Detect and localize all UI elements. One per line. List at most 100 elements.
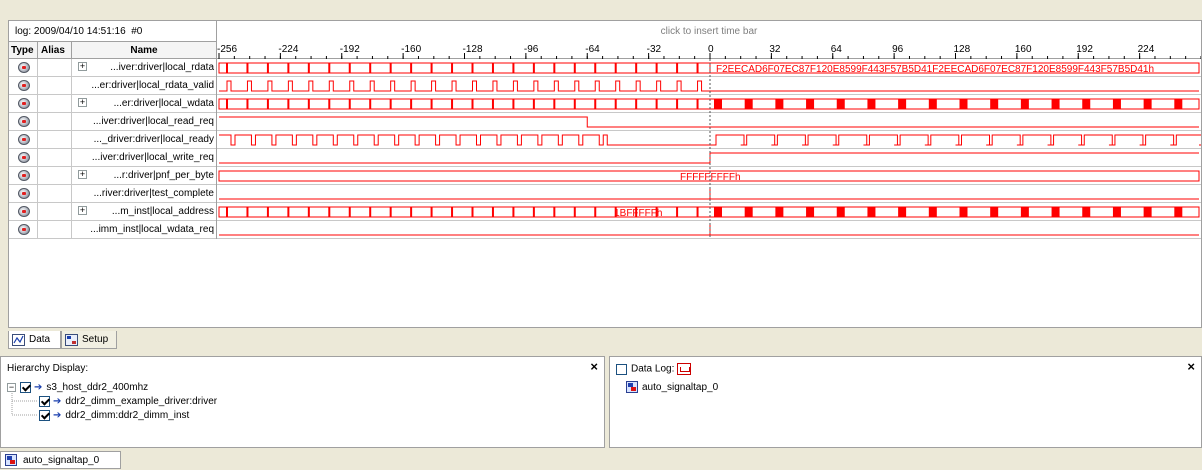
signal-type-icon	[18, 80, 30, 91]
time-tick-label: -256	[217, 44, 237, 55]
signal-name: ...river:driver|test_complete	[93, 188, 214, 199]
alias-cell[interactable]	[38, 221, 72, 239]
time-ruler-ticks: -256 -224 -192 -160 -128 -96 -64 -32 0 32 64 96 128 1…	[217, 44, 1201, 59]
tree-lines	[11, 391, 37, 416]
alias-cell[interactable]	[38, 77, 72, 95]
tree-item-dimm-inst[interactable]: ➔ ddr2_dimm:ddr2_dimm_inst	[39, 409, 189, 422]
signal-name: ...imm_inst|local_wdata_req	[90, 224, 214, 235]
signal-name: ...r:driver|pnf_per_byte	[113, 170, 214, 181]
column-alias-header[interactable]: Alias	[38, 42, 72, 59]
alias-cell[interactable]	[38, 203, 72, 221]
data-log-panel: Data Log: × auto_signaltap_0	[609, 356, 1202, 448]
signal-name: ...iver:driver|local_rdata	[110, 62, 214, 73]
data-log-icon[interactable]	[677, 363, 692, 375]
signal-name: ..._driver:driver|local_ready	[93, 134, 214, 145]
bus-block	[990, 207, 999, 217]
bus-block	[836, 207, 845, 217]
bus-block	[1112, 99, 1121, 109]
instance-icon	[626, 381, 638, 394]
tree-item-label: ddr2_dimm:ddr2_dimm_inst	[65, 410, 190, 422]
waveform-area[interactable]: F2EECAD6F07EC87F120E8599F443F57B5D41F2EE…	[217, 59, 1201, 239]
type-cell	[9, 149, 38, 167]
close-icon[interactable]: ×	[590, 359, 598, 374]
alias-cell[interactable]	[38, 167, 72, 185]
time-tick-label: -192	[340, 44, 360, 55]
column-name-header[interactable]: Name	[72, 42, 217, 59]
alias-cell[interactable]	[38, 185, 72, 203]
signal-type-icon	[18, 224, 30, 235]
name-cell[interactable]: ..._driver:driver|local_ready	[72, 131, 217, 149]
bus-block	[1143, 99, 1152, 109]
arrow-icon: ➔	[53, 396, 62, 407]
name-cell[interactable]: + ...m_inst|local_address	[72, 203, 217, 221]
expand-icon[interactable]: +	[78, 98, 87, 107]
log-label: log: 2009/04/10 14:51:16 #0	[9, 21, 217, 42]
time-tick-label: -64	[585, 44, 600, 55]
alias-cell[interactable]	[38, 59, 72, 77]
signal-type-icon	[18, 206, 30, 217]
type-cell	[9, 95, 38, 113]
bus-block	[867, 207, 876, 217]
type-cell	[9, 131, 38, 149]
expand-icon[interactable]: +	[78, 206, 87, 215]
instance-icon	[5, 454, 17, 466]
expand-icon[interactable]: +	[78, 62, 87, 71]
tab-data[interactable]: Data	[8, 331, 61, 349]
name-cell[interactable]: + ...er:driver|local_wdata	[72, 95, 217, 113]
signal-type-icon	[18, 62, 30, 73]
bus-block	[1020, 99, 1029, 109]
data-icon	[12, 334, 25, 346]
expand-icon[interactable]: +	[78, 170, 87, 179]
type-cell	[9, 77, 38, 95]
close-icon[interactable]: ×	[1187, 359, 1195, 374]
name-cell[interactable]: ...er:driver|local_rdata_valid	[72, 77, 217, 95]
signal-type-icon	[18, 98, 30, 109]
insert-time-bar-area[interactable]: click to insert time bar	[217, 21, 1201, 43]
setup-icon	[65, 334, 78, 346]
alias-cell[interactable]	[38, 131, 72, 149]
type-cell	[9, 221, 38, 239]
time-tick-label: 192	[1076, 44, 1093, 55]
bus-value-label: F2EECAD6F07EC87F120E8599F443F57B5D41F2EE…	[716, 64, 1154, 75]
type-cell	[9, 113, 38, 131]
time-tick-label: 96	[892, 44, 904, 55]
bus-block	[806, 207, 815, 217]
name-cell[interactable]: ...iver:driver|local_write_req	[72, 149, 217, 167]
name-cell[interactable]: ...imm_inst|local_wdata_req	[72, 221, 217, 239]
digital-waveform	[219, 152, 1199, 164]
type-cell	[9, 59, 38, 77]
name-cell[interactable]: + ...r:driver|pnf_per_byte	[72, 167, 217, 185]
instance-tab[interactable]: auto_signaltap_0	[0, 451, 121, 469]
alias-cell[interactable]	[38, 149, 72, 167]
alias-cell[interactable]	[38, 113, 72, 131]
bus-block	[928, 99, 937, 109]
name-cell[interactable]: ...iver:driver|local_read_req	[72, 113, 217, 131]
bus-block	[867, 99, 876, 109]
tab-setup[interactable]: Setup	[61, 331, 117, 349]
waveform-viewer: log: 2009/04/10 14:51:16 #0 click to ins…	[8, 20, 1202, 328]
column-type-header[interactable]: Type	[9, 42, 38, 59]
signal-type-icon	[18, 134, 30, 145]
hierarchy-panel: Hierarchy Display: × − ➔ s3_host_ddr2_400m…	[0, 356, 605, 448]
data-log-instance[interactable]: auto_signaltap_0	[626, 381, 718, 394]
time-tick-label: -224	[278, 44, 298, 55]
name-cell[interactable]: + ...iver:driver|local_rdata	[72, 59, 217, 77]
bus-block	[898, 207, 907, 217]
name-cell[interactable]: ...river:driver|test_complete	[72, 185, 217, 203]
time-ruler[interactable]: -256 -224 -192 -160 -128 -96 -64 -32 0 32 64 96 128 1…	[217, 42, 1201, 59]
signal-type-icon	[18, 188, 30, 199]
time-tick-label: -160	[401, 44, 421, 55]
time-tick-label: -32	[647, 44, 662, 55]
alias-cell[interactable]	[38, 95, 72, 113]
data-log-checkbox[interactable]	[616, 363, 627, 375]
bus-block	[1020, 207, 1029, 217]
bus-block	[775, 99, 784, 109]
bus-block	[959, 207, 968, 217]
signal-type-icon	[18, 170, 30, 181]
time-tick-label: -128	[463, 44, 483, 55]
signal-name: ...er:driver|local_rdata_valid	[91, 80, 214, 91]
bus-block	[836, 99, 845, 109]
tree-item-driver[interactable]: ➔ ddr2_dimm_example_driver:driver	[39, 395, 217, 408]
bus-block	[1174, 207, 1183, 217]
tab-data-label: Data	[29, 334, 51, 345]
